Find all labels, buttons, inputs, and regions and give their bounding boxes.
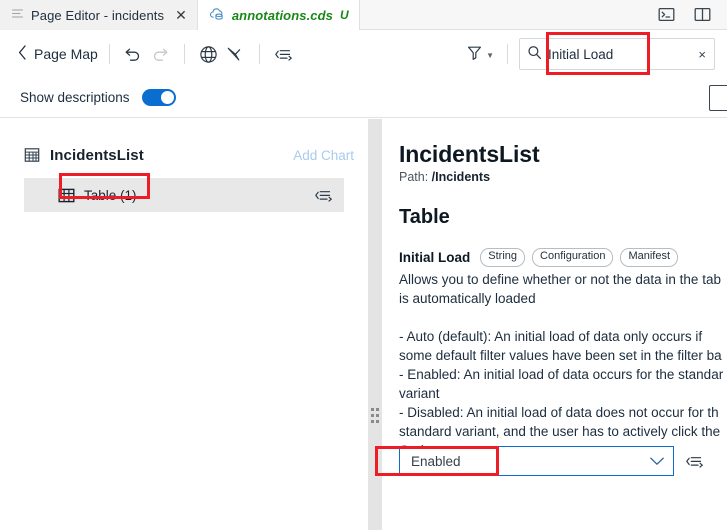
cloud-db-icon <box>209 7 225 24</box>
tab-page-editor-incidents[interactable]: Page Editor - incidents ✕ <box>0 0 198 30</box>
close-icon[interactable]: ✕ <box>175 8 187 22</box>
editor-tabbar: Page Editor - incidents ✕ annotations.cd… <box>0 0 727 30</box>
tree-item-label: Table (1) <box>84 188 137 203</box>
search-icon <box>527 45 542 63</box>
redo-icon <box>147 41 173 67</box>
path-value: /Incidents <box>432 170 490 184</box>
tree-root-incidentslist[interactable]: IncidentsList Add Chart <box>0 138 368 172</box>
page-structure-panel: IncidentsList Add Chart Table (1) <box>0 119 368 530</box>
chip-type: String <box>480 248 525 267</box>
path-label: Path: <box>399 170 428 184</box>
tabbar-spacer <box>360 0 645 29</box>
clear-search-icon[interactable]: × <box>696 47 708 62</box>
tabbar-actions <box>645 0 727 29</box>
show-descriptions-toggle[interactable] <box>142 89 176 106</box>
select-value: Enabled <box>411 454 649 469</box>
undo-icon[interactable] <box>121 41 147 67</box>
page-map-label: Page Map <box>34 46 98 62</box>
toolbar-divider <box>507 44 508 64</box>
splitter-grip-icon <box>371 408 379 423</box>
page-map-back-button[interactable]: Page Map <box>18 45 98 63</box>
tab-label: Page Editor - incidents <box>31 8 164 23</box>
property-name: Initial Load <box>399 250 470 265</box>
page-title: IncidentsList <box>399 141 727 167</box>
search-input[interactable]: Initial Load × <box>519 38 715 70</box>
tab-dirty-indicator: U <box>340 8 349 22</box>
lines-icon <box>11 7 24 23</box>
toolbar-divider <box>184 44 185 64</box>
chevron-down-icon <box>649 454 665 469</box>
show-descriptions-label: Show descriptions <box>20 90 130 105</box>
property-description: Allows you to define whether or not the … <box>399 270 727 308</box>
toolbar-divider <box>109 44 110 64</box>
toolbar-right-group: ▼ Initial Load × <box>466 30 727 78</box>
breadcrumb: Path: /Incidents <box>399 170 727 184</box>
terminal-icon[interactable] <box>653 2 679 28</box>
globe-icon[interactable] <box>196 41 222 67</box>
tree-root-label: IncidentsList <box>50 147 144 164</box>
tree-item-table[interactable]: Table (1) <box>24 178 344 212</box>
panel-splitter[interactable] <box>368 119 382 530</box>
property-field-row: Enabled <box>399 446 705 476</box>
magic-wand-icon[interactable] <box>222 41 248 67</box>
chip-source: Manifest <box>620 248 678 267</box>
toolbar-divider <box>259 44 260 64</box>
search-value: Initial Load <box>548 47 696 62</box>
list-report-icon <box>24 147 40 163</box>
tab-label: annotations.cds <box>232 8 333 23</box>
descriptions-row-right <box>709 85 727 111</box>
chevron-left-icon <box>18 45 27 63</box>
chevron-down-icon: ▼ <box>486 52 494 60</box>
initial-load-select[interactable]: Enabled <box>399 446 674 476</box>
tab-annotations-cds[interactable]: annotations.cds U <box>198 0 360 30</box>
editor-toolbar: Page Map <box>0 30 727 78</box>
property-panel: IncidentsList Path: /Incidents Table Ini… <box>382 119 727 530</box>
panel-toggle-icon[interactable] <box>709 85 727 111</box>
outline-icon[interactable] <box>685 453 705 470</box>
split-editor-icon[interactable] <box>689 2 715 28</box>
property-description-options: - Auto (default): An initial load of dat… <box>399 327 727 460</box>
add-chart-button[interactable]: Add Chart <box>293 148 354 163</box>
outline-icon[interactable] <box>314 187 334 204</box>
section-title: Table <box>399 206 727 229</box>
toggle-knob <box>161 91 174 104</box>
chip-category: Configuration <box>532 248 613 267</box>
table-grid-icon <box>58 187 75 204</box>
property-header: Initial Load String Configuration Manife… <box>399 248 727 267</box>
filter-funnel-icon <box>466 44 483 64</box>
filter-button[interactable]: ▼ <box>466 44 496 64</box>
page-editor-window: Page Editor - incidents ✕ annotations.cd… <box>0 0 727 530</box>
outline-icon[interactable] <box>271 41 297 67</box>
show-descriptions-row: Show descriptions <box>0 78 727 118</box>
